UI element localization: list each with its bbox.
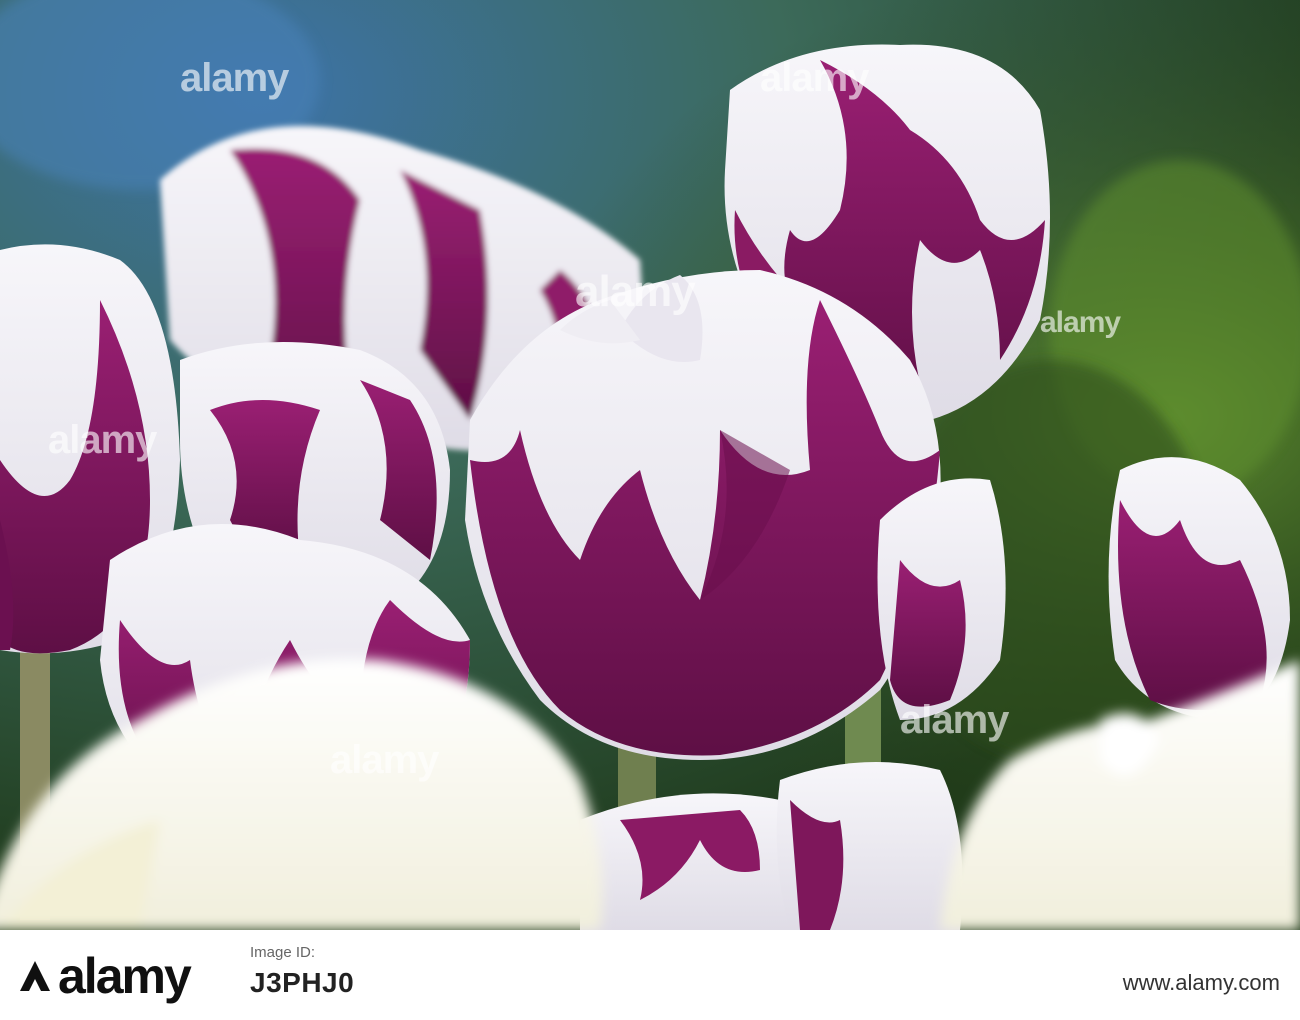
footer-bar: alamy	[0, 930, 1300, 1020]
watermark-logo: alamy	[575, 267, 696, 316]
watermark-logo: alamy	[48, 418, 157, 462]
watermark-logo: alamy	[1040, 306, 1121, 339]
brand-logo: alamy	[16, 946, 192, 1006]
image-id-label: Image ID:	[250, 944, 316, 961]
tulip-lower-right	[776, 762, 963, 930]
stock-photo-frame: alamy alamy alamy alamy alamy alamy alam…	[0, 0, 1300, 1020]
alamy-a-icon	[20, 961, 50, 991]
tulip-photo-drawing	[0, 0, 1300, 930]
brand-name: alamy	[58, 948, 192, 1004]
watermark-logo: alamy	[330, 738, 439, 782]
tulip-photo: alamy alamy alamy alamy alamy alamy alam…	[0, 0, 1300, 930]
image-id-value: J3PHJ0	[250, 967, 355, 998]
watermark-logo: alamy	[180, 56, 289, 100]
watermark-logo: alamy	[900, 698, 1009, 742]
image-id-block: Image ID: J3PHJ0	[250, 944, 354, 999]
tulip-center	[465, 270, 941, 760]
watermark-logo: alamy	[760, 56, 869, 100]
site-url-link[interactable]: www.alamy.com	[1123, 970, 1280, 996]
